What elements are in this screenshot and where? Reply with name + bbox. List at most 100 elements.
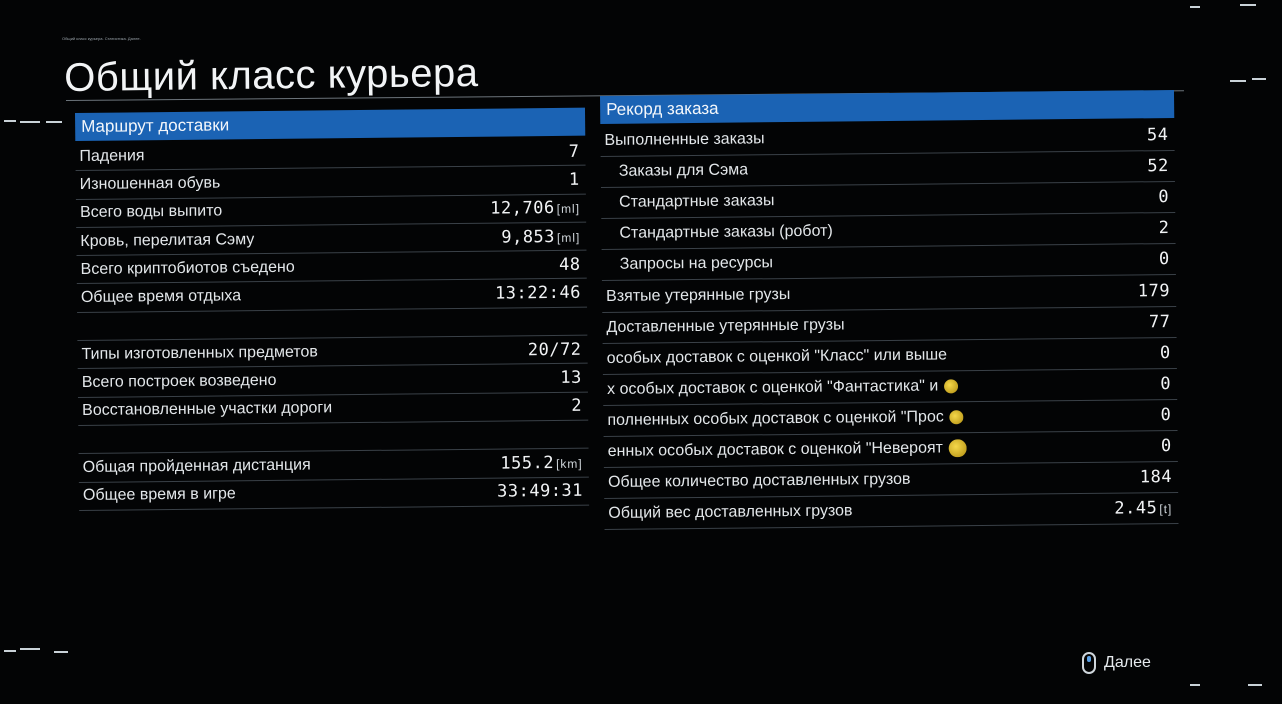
stat-value: 2	[1158, 218, 1170, 239]
decor-line	[4, 120, 16, 122]
next-label: Далее	[1104, 654, 1151, 671]
stat-value-wrap: 12,706 [ml]	[490, 198, 580, 219]
decor-line	[1230, 80, 1246, 82]
stat-row: Общий вес доставленных грузов 2.45 [t]	[604, 493, 1179, 531]
stat-label: Общая пройденная дистанция	[82, 456, 311, 476]
stat-value-wrap: 184	[1140, 467, 1172, 487]
stat-label: Общее количество доставленных грузов	[607, 470, 911, 492]
stat-value: 54	[1146, 125, 1169, 146]
stat-value-wrap: 0	[1160, 343, 1171, 363]
stat-label-wrap: х особых доставок с оценкой "Фантастика"…	[607, 377, 959, 399]
stat-value: 7	[568, 141, 580, 162]
small-header-text: Общий класс курьера. Статистика. Далее.	[62, 36, 141, 41]
next-button[interactable]: Далее	[1082, 652, 1151, 674]
stat-label-wrap: Падения	[79, 147, 144, 166]
stat-label-wrap: Стандартные заказы (робот)	[605, 223, 832, 243]
gold-medal-icon	[948, 439, 968, 458]
decor-line	[1190, 6, 1200, 8]
stat-label-wrap: Общее время в игре	[83, 486, 236, 506]
stat-label-wrap: Восстановленные участки дороги	[82, 400, 332, 421]
decor-line	[20, 648, 40, 650]
stat-label-wrap: Общее время отдыха	[81, 287, 241, 307]
decor-line	[1252, 78, 1266, 80]
stat-unit: [km]	[555, 456, 583, 471]
stat-label: Доставленные утерянные грузы	[606, 316, 845, 336]
stat-value-wrap: 2	[1159, 218, 1170, 238]
stat-value: 9,853	[501, 226, 556, 248]
stat-value-wrap: 7	[569, 141, 580, 161]
stat-value-wrap: 20/72	[528, 339, 582, 360]
stat-value-wrap: 2	[571, 396, 582, 416]
stat-label-wrap: Всего построек возведено	[82, 372, 277, 392]
stat-value: 77	[1148, 311, 1171, 332]
delivery-route-header: Маршрут доставки	[75, 107, 586, 141]
stat-value-wrap: 9,853 [ml]	[501, 226, 581, 248]
stat-value: 13	[560, 367, 582, 388]
stat-value-wrap: 48	[559, 255, 581, 275]
stat-label: полненных особых доставок с оценкой "Про…	[607, 408, 944, 429]
stat-value-wrap: 0	[1158, 187, 1169, 207]
stat-value: 179	[1137, 280, 1171, 301]
stat-value: 52	[1147, 156, 1169, 177]
stat-label-wrap: Изношенная обувь	[80, 174, 221, 193]
stat-value: 2.45	[1114, 498, 1158, 519]
stat-value-wrap: 54	[1147, 125, 1169, 145]
stat-label: Взятые утерянные грузы	[606, 285, 791, 305]
stat-label-wrap: Кровь, перелитая Сэму	[80, 231, 254, 251]
stat-label: Выполненные заказы	[604, 130, 765, 150]
stat-label: Всего построек возведено	[81, 371, 277, 391]
stat-value-wrap: 0	[1160, 374, 1171, 394]
stat-label-wrap: енных особых доставок с оценкой "Невероя…	[607, 439, 968, 461]
stat-label: Восстановленные участки дороги	[82, 399, 333, 420]
stat-label: Стандартные заказы	[619, 192, 775, 212]
mouse-icon	[1082, 652, 1096, 674]
stat-value: 20/72	[527, 339, 582, 360]
decor-line	[46, 121, 62, 123]
stat-value-wrap: 0	[1161, 436, 1172, 456]
stat-label: Типы изготовленных предметов	[81, 343, 318, 363]
stat-label: Заказы для Сэма	[618, 161, 749, 180]
decor-line	[1248, 684, 1262, 686]
stat-label-wrap: Заказы для Сэма	[605, 162, 748, 181]
stat-value: 33:49:31	[496, 480, 584, 502]
gold-medal-icon	[949, 410, 964, 425]
delivery-route-panel: Маршрут доставки Падения 7 Изношенная обув…	[75, 107, 590, 511]
stat-label: особых доставок с оценкой "Класс" или вы…	[606, 346, 948, 367]
stat-value-wrap: 77	[1149, 312, 1171, 332]
stat-label: Запросы на ресурсы	[619, 254, 774, 274]
stat-label: Изношенная обувь	[79, 174, 221, 193]
decor-line	[4, 650, 16, 652]
stat-value-wrap: 0	[1161, 405, 1172, 425]
stat-label: Всего воды выпито	[79, 202, 223, 222]
stat-value-wrap: 179	[1138, 281, 1170, 301]
stat-value: 184	[1139, 467, 1173, 488]
page-title: Общий класс курьера	[64, 50, 479, 100]
stat-label-wrap: особых доставок с оценкой "Класс" или вы…	[607, 346, 947, 368]
stat-value: 0	[1159, 342, 1171, 363]
stat-value: 1	[568, 169, 580, 190]
gold-medal-icon	[944, 379, 959, 394]
decor-line	[54, 651, 68, 653]
stat-label: Кровь, перелитая Сэму	[80, 230, 255, 250]
stat-value-wrap: 155.2 [km]	[500, 453, 583, 474]
order-record-header: Рекорд заказа	[600, 89, 1175, 124]
decor-line	[1240, 4, 1256, 6]
stat-label: Стандартные заказы (робот)	[619, 222, 833, 243]
stat-label-wrap: Общее количество доставленных грузов	[608, 471, 911, 492]
stat-value: 0	[1158, 249, 1170, 270]
stat-value: 0	[1160, 373, 1172, 394]
stat-value: 12,706	[490, 198, 555, 219]
stat-label-wrap: Типы изготовленных предметов	[81, 343, 317, 363]
stat-label-wrap: Всего воды выпито	[80, 203, 222, 222]
decor-line	[20, 121, 40, 123]
stat-label-wrap: Запросы на ресурсы	[606, 255, 773, 275]
stat-label: енных особых доставок с оценкой "Невероя…	[607, 439, 944, 460]
order-record-panel: Рекорд заказа Выполненные заказы 54 Заказы…	[600, 89, 1179, 531]
stat-label-wrap: Выполненные заказы	[604, 130, 764, 150]
stat-label-wrap: Доставленные утерянные грузы	[606, 316, 844, 336]
stat-value: 13:22:46	[494, 282, 582, 304]
stat-value: 0	[1160, 436, 1172, 457]
stat-value-wrap: 13	[560, 368, 582, 388]
stat-label-wrap: Стандартные заказы	[605, 192, 775, 212]
stat-unit: [ml]	[556, 230, 581, 245]
